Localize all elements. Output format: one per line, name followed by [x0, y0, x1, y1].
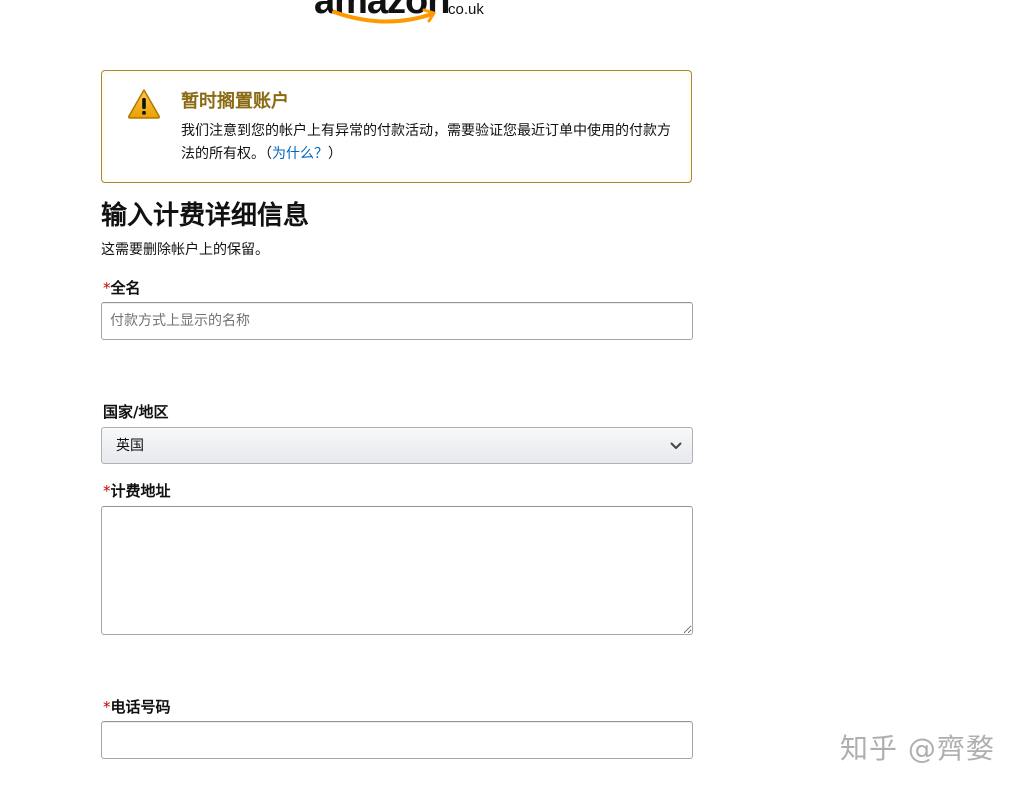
logo-domain: co.uk: [448, 1, 484, 18]
why-link[interactable]: 为什么？: [272, 146, 328, 162]
full-name-label-text: 全名: [110, 279, 141, 297]
country-selected-value: 英国: [116, 438, 144, 454]
logo-smile-icon: [332, 8, 436, 24]
alert-link-open: （: [265, 146, 272, 162]
page-title: 输入计费详细信息: [101, 201, 310, 231]
page-subtitle: 这需要删除帐户上的保留。: [101, 242, 269, 258]
billing-address-textarea[interactable]: [101, 506, 693, 635]
alert-message: 我们注意到您的帐户上有异常的付款活动，需要验证您最近订单中使用的付款方法的所有权…: [181, 123, 671, 162]
alert-title: 暂时搁置账户: [181, 91, 289, 112]
warning-icon: [127, 89, 161, 119]
country-select[interactable]: 英国: [101, 427, 693, 464]
billing-address-label: *计费地址: [103, 481, 171, 501]
required-mark: *: [103, 279, 111, 297]
billing-address-label-text: 计费地址: [110, 482, 171, 500]
full-name-input[interactable]: [101, 302, 693, 340]
phone-input[interactable]: [101, 721, 693, 759]
alert-body: 我们注意到您的帐户上有异常的付款活动，需要验证您最近订单中使用的付款方法的所有权…: [181, 120, 677, 166]
account-hold-alert: 暂时搁置账户 我们注意到您的帐户上有异常的付款活动，需要验证您最近订单中使用的付…: [101, 70, 692, 183]
required-mark: *: [103, 698, 111, 716]
required-mark: *: [103, 482, 111, 500]
alert-link-close: ）: [328, 146, 342, 162]
amazon-logo[interactable]: amazon co.uk: [314, 0, 494, 38]
zhihu-watermark: 知乎 @齊婺: [840, 732, 995, 765]
page: amazon co.uk 暂时搁置账户 我们注意到您的帐户上有异常的付款活动，需…: [0, 0, 1029, 793]
full-name-label: *全名: [103, 278, 141, 298]
chevron-down-icon: [670, 442, 682, 449]
country-label: 国家/地区: [103, 403, 169, 421]
phone-label: *电话号码: [103, 697, 171, 717]
phone-label-text: 电话号码: [110, 698, 171, 716]
